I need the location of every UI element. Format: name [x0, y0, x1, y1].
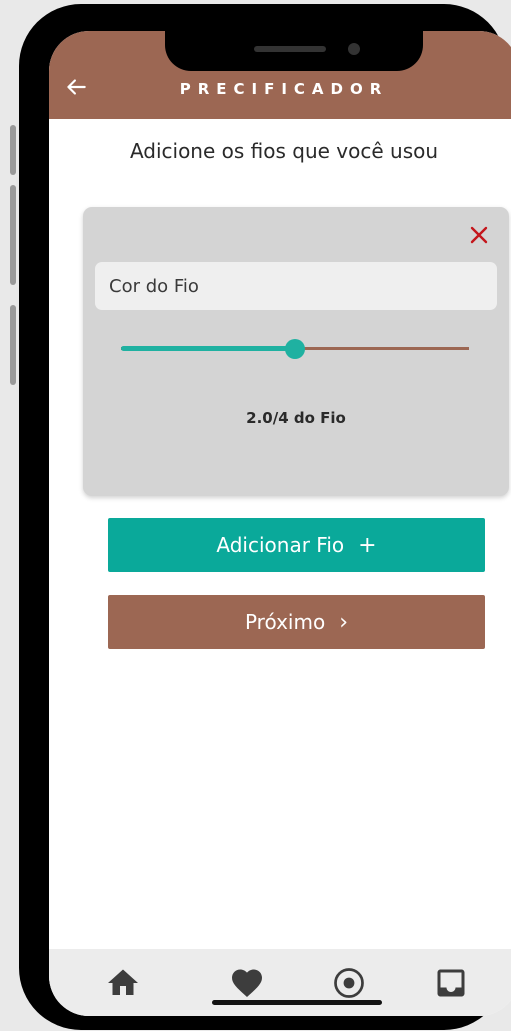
- target-icon[interactable]: [331, 965, 367, 1001]
- close-icon[interactable]: [467, 223, 491, 247]
- bottom-nav: [49, 949, 511, 1016]
- yarn-color-input[interactable]: [95, 262, 497, 310]
- chevron-right-icon: ›: [339, 609, 349, 635]
- slider-track-fill: [121, 346, 295, 351]
- page-subtitle: Adicione os fios que você usou: [129, 139, 439, 163]
- inbox-icon[interactable]: [433, 965, 469, 1001]
- phone-frame: PRECIFICADOR Adicione os fios que você u…: [19, 4, 511, 1030]
- page-title: PRECIFICADOR: [179, 80, 389, 98]
- phone-side-button-2: [10, 185, 16, 285]
- slider-thumb[interactable]: [285, 339, 305, 359]
- phone-side-button-3: [10, 305, 16, 385]
- heart-icon[interactable]: [229, 965, 265, 1001]
- next-button[interactable]: Próximo ›: [108, 595, 485, 649]
- front-camera: [348, 43, 360, 55]
- plus-icon: +: [358, 532, 377, 558]
- add-yarn-label: Adicionar Fio: [216, 533, 345, 557]
- speaker-grille: [254, 46, 326, 52]
- app-screen: PRECIFICADOR Adicione os fios que você u…: [49, 31, 511, 1016]
- home-indicator: [212, 1000, 382, 1005]
- phone-notch: [165, 31, 423, 71]
- next-label: Próximo: [244, 610, 326, 634]
- yarn-amount-slider[interactable]: [121, 335, 469, 363]
- yarn-card: 2.0/4 do Fio: [83, 207, 509, 496]
- add-yarn-button[interactable]: Adicionar Fio +: [108, 518, 485, 572]
- home-icon[interactable]: [105, 965, 141, 1001]
- phone-side-button-1: [10, 125, 16, 175]
- slider-value-label: 2.0/4 do Fio: [246, 409, 346, 427]
